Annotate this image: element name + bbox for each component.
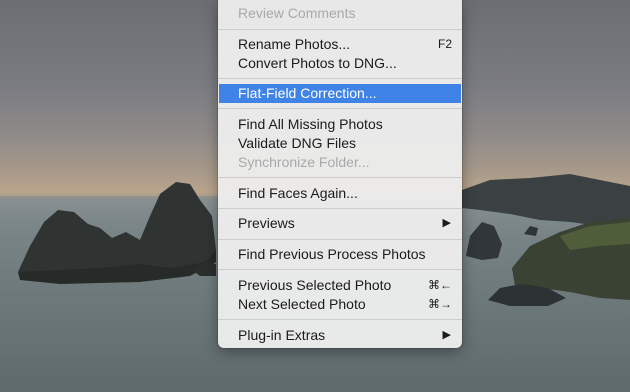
menu-item-label: Find Faces Again... (238, 185, 358, 201)
menu-separator (218, 208, 462, 209)
menu-item-plugin-extras[interactable]: Plug-in Extras ▶ (218, 326, 462, 345)
menu-separator (218, 29, 462, 30)
menu-item-label: Previous Selected Photo (238, 277, 392, 293)
menu-item-label: Review Comments (238, 5, 356, 21)
menu-separator (218, 78, 462, 79)
menu-separator (218, 269, 462, 270)
menu-item-label: Find All Missing Photos (238, 116, 383, 132)
menu-item-label: Plug-in Extras (238, 327, 326, 343)
menu-item-label: Previews (238, 215, 295, 231)
menu-item-next-selected-photo[interactable]: Next Selected Photo ⌘→ (218, 295, 462, 314)
menu-item-label: Synchronize Folder... (238, 154, 370, 170)
menu-item-label: Next Selected Photo (238, 296, 366, 312)
menu-item-label: Convert Photos to DNG... (238, 55, 397, 71)
menu-item-flat-field-correction[interactable]: Flat-Field Correction... (219, 84, 461, 103)
shortcut-cmd-left: ⌘← (428, 278, 452, 292)
shortcut-cmd-right: ⌘→ (428, 297, 452, 311)
menu-item-label: Validate DNG Files (238, 135, 357, 151)
menu-item-review-comments: Review Comments (218, 4, 462, 23)
menu-item-rename-photos[interactable]: Rename Photos... F2 (218, 35, 462, 54)
menu-item-find-faces[interactable]: Find Faces Again... (218, 184, 462, 203)
menu-item-previous-selected-photo[interactable]: Previous Selected Photo ⌘← (218, 276, 462, 295)
menu-item-label: Flat-Field Correction... (238, 85, 377, 101)
submenu-arrow-icon: ▶ (442, 217, 451, 229)
menu-separator (218, 177, 462, 178)
menu-item-label: Find Previous Process Photos (238, 246, 426, 262)
menu-separator (218, 319, 462, 320)
library-menu: Review Comments Rename Photos... F2 Conv… (218, 0, 462, 348)
shortcut-f2: F2 (437, 37, 452, 51)
menu-item-find-previous-process[interactable]: Find Previous Process Photos (218, 245, 462, 264)
menu-item-label: Rename Photos... (238, 36, 351, 52)
menu-item-previews[interactable]: Previews ▶ (218, 214, 462, 233)
menu-separator (218, 108, 462, 109)
menu-item-validate-dng[interactable]: Validate DNG Files (218, 134, 462, 153)
menu-item-find-missing-photos[interactable]: Find All Missing Photos (218, 115, 462, 134)
submenu-arrow-icon: ▶ (442, 329, 451, 341)
menu-item-synchronize-folder: Synchronize Folder... (218, 153, 462, 172)
menu-separator (218, 239, 462, 240)
menu-item-convert-dng[interactable]: Convert Photos to DNG... (218, 54, 462, 73)
